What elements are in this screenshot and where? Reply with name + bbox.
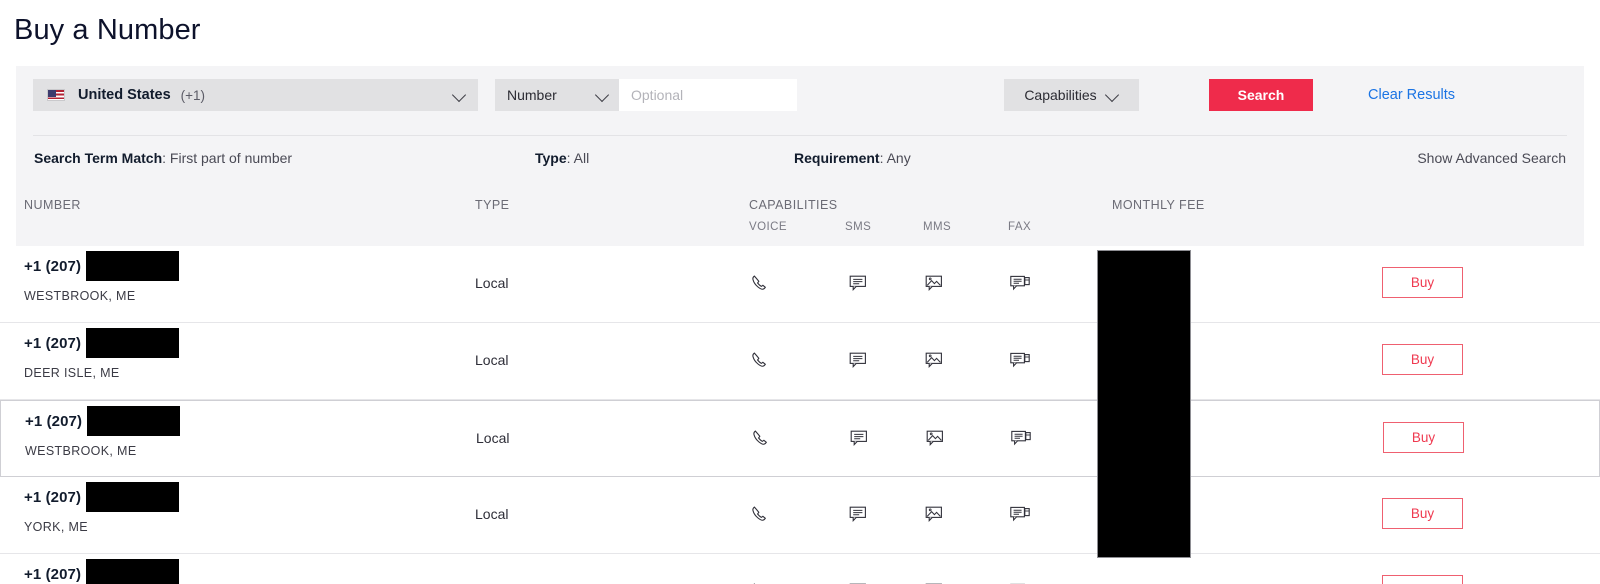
chevron-down-icon <box>454 89 466 101</box>
number-redaction <box>87 406 181 436</box>
country-name: United States <box>78 87 171 103</box>
column-header-voice: VOICE <box>749 221 788 233</box>
number-cell: +1 (207) WESTBROOK, ME <box>24 251 180 303</box>
voice-icon <box>747 425 773 451</box>
number-cell: +1 (207) WESTBROOK, ME <box>25 406 181 458</box>
chevron-down-icon <box>597 89 609 101</box>
number-filter-group: Number <box>495 79 797 111</box>
capabilities-label: Capabilities <box>1024 87 1097 103</box>
number-filter-select[interactable]: Number <box>495 79 619 111</box>
number-redaction <box>86 328 180 358</box>
number-prefix: +1 (207) <box>24 257 82 275</box>
search-button[interactable]: Search <box>1209 79 1313 111</box>
summary-type-value: : All <box>566 150 590 166</box>
number-cell: +1 (207) <box>24 559 180 584</box>
buy-button[interactable]: Buy <box>1383 422 1464 453</box>
summary-requirement-value: : Any <box>879 150 911 166</box>
sms-icon <box>845 347 871 373</box>
voice-icon <box>746 578 772 584</box>
results-table-header: NUMBER TYPE CAPABILITIES MONTHLY FEE VOI… <box>16 186 1584 246</box>
fax-icon <box>1008 425 1034 451</box>
column-header-fax: FAX <box>1008 221 1032 233</box>
number-cell: +1 (207) DEER ISLE, ME <box>24 328 180 380</box>
summary-search-term-match-label: Search Term Match <box>34 150 163 166</box>
column-header-type: TYPE <box>475 198 510 212</box>
chevron-down-icon <box>1107 89 1119 101</box>
buy-button[interactable]: Buy <box>1382 498 1463 529</box>
number-location: YORK, ME <box>24 520 88 534</box>
clear-results-link[interactable]: Clear Results <box>1368 79 1455 111</box>
number-redaction <box>86 559 180 584</box>
table-row[interactable]: +1 (207)LocalBuy <box>0 554 1600 584</box>
mms-icon <box>921 501 947 527</box>
mms-icon <box>921 270 947 296</box>
type-cell: Local <box>475 506 509 522</box>
search-panel: United States (+1) Number Capabilities S… <box>16 66 1584 246</box>
type-cell: Local <box>475 275 509 291</box>
search-controls-row: United States (+1) Number Capabilities S… <box>16 66 1584 135</box>
number-prefix: +1 (207) <box>24 334 82 352</box>
summary-type-label: Type <box>535 150 567 166</box>
summary-requirement: Requirement: Any <box>794 150 911 166</box>
number-prefix: +1 (207) <box>24 488 82 506</box>
voice-icon <box>746 501 772 527</box>
results-table: +1 (207) WESTBROOK, ME Local Buy +1 (207) DEE… <box>0 246 1600 584</box>
table-row[interactable]: +1 (207) DEER ISLE, ME Local Buy <box>0 323 1600 400</box>
table-row[interactable]: +1 (207) WESTBROOK, ME Local Buy <box>0 400 1600 477</box>
country-dial-code: (+1) <box>180 87 206 103</box>
buy-button[interactable]: Buy <box>1382 267 1463 298</box>
mms-icon <box>921 578 947 584</box>
number-filter-label: Number <box>507 87 557 103</box>
search-input[interactable] <box>619 79 797 111</box>
column-header-monthly-fee: MONTHLY FEE <box>1112 198 1205 212</box>
number-location: WESTBROOK, ME <box>24 289 136 303</box>
column-header-mms: MMS <box>923 221 952 233</box>
sms-icon <box>845 270 871 296</box>
number-redaction <box>86 482 180 512</box>
type-cell: Local <box>476 430 510 446</box>
sms-icon <box>845 578 871 584</box>
mms-icon <box>922 425 948 451</box>
page-title: Buy a Number <box>14 14 201 46</box>
summary-search-term-match-value: : First part of number <box>162 150 293 166</box>
number-location: DEER ISLE, ME <box>24 366 120 380</box>
country-select[interactable]: United States (+1) <box>33 79 478 111</box>
type-cell: Local <box>475 352 509 368</box>
summary-type: Type: All <box>535 150 589 166</box>
voice-icon <box>746 270 772 296</box>
fax-icon <box>1007 578 1033 584</box>
number-redaction <box>86 251 180 281</box>
number-cell: +1 (207) YORK, ME <box>24 482 180 534</box>
capabilities-select[interactable]: Capabilities <box>1004 79 1139 111</box>
table-row[interactable]: +1 (207) YORK, ME Local Buy <box>0 477 1600 554</box>
buy-button[interactable]: Buy <box>1382 575 1463 584</box>
number-prefix: +1 (207) <box>25 412 83 430</box>
buy-a-number-page: Buy a Number United States (+1) Number O… <box>0 0 1600 584</box>
mms-icon <box>921 347 947 373</box>
column-header-capabilities: CAPABILITIES <box>749 198 838 212</box>
table-row[interactable]: +1 (207) WESTBROOK, ME Local Buy <box>0 246 1600 323</box>
us-flag-icon <box>47 89 65 101</box>
column-header-sms: SMS <box>845 221 872 233</box>
column-header-number: NUMBER <box>24 198 81 212</box>
monthly-fee-redaction <box>1097 250 1191 558</box>
fax-icon <box>1007 501 1033 527</box>
show-advanced-search-link[interactable]: Show Advanced Search <box>1417 150 1566 166</box>
summary-search-term-match: Search Term Match: First part of number <box>34 150 292 166</box>
search-summary-row: Search Term Match: First part of number … <box>16 136 1584 186</box>
voice-icon <box>746 347 772 373</box>
sms-icon <box>846 425 872 451</box>
number-location: WESTBROOK, ME <box>25 444 137 458</box>
number-prefix: +1 (207) <box>24 565 82 583</box>
fax-icon <box>1007 347 1033 373</box>
summary-requirement-label: Requirement <box>794 150 880 166</box>
sms-icon <box>845 501 871 527</box>
fax-icon <box>1007 270 1033 296</box>
buy-button[interactable]: Buy <box>1382 344 1463 375</box>
